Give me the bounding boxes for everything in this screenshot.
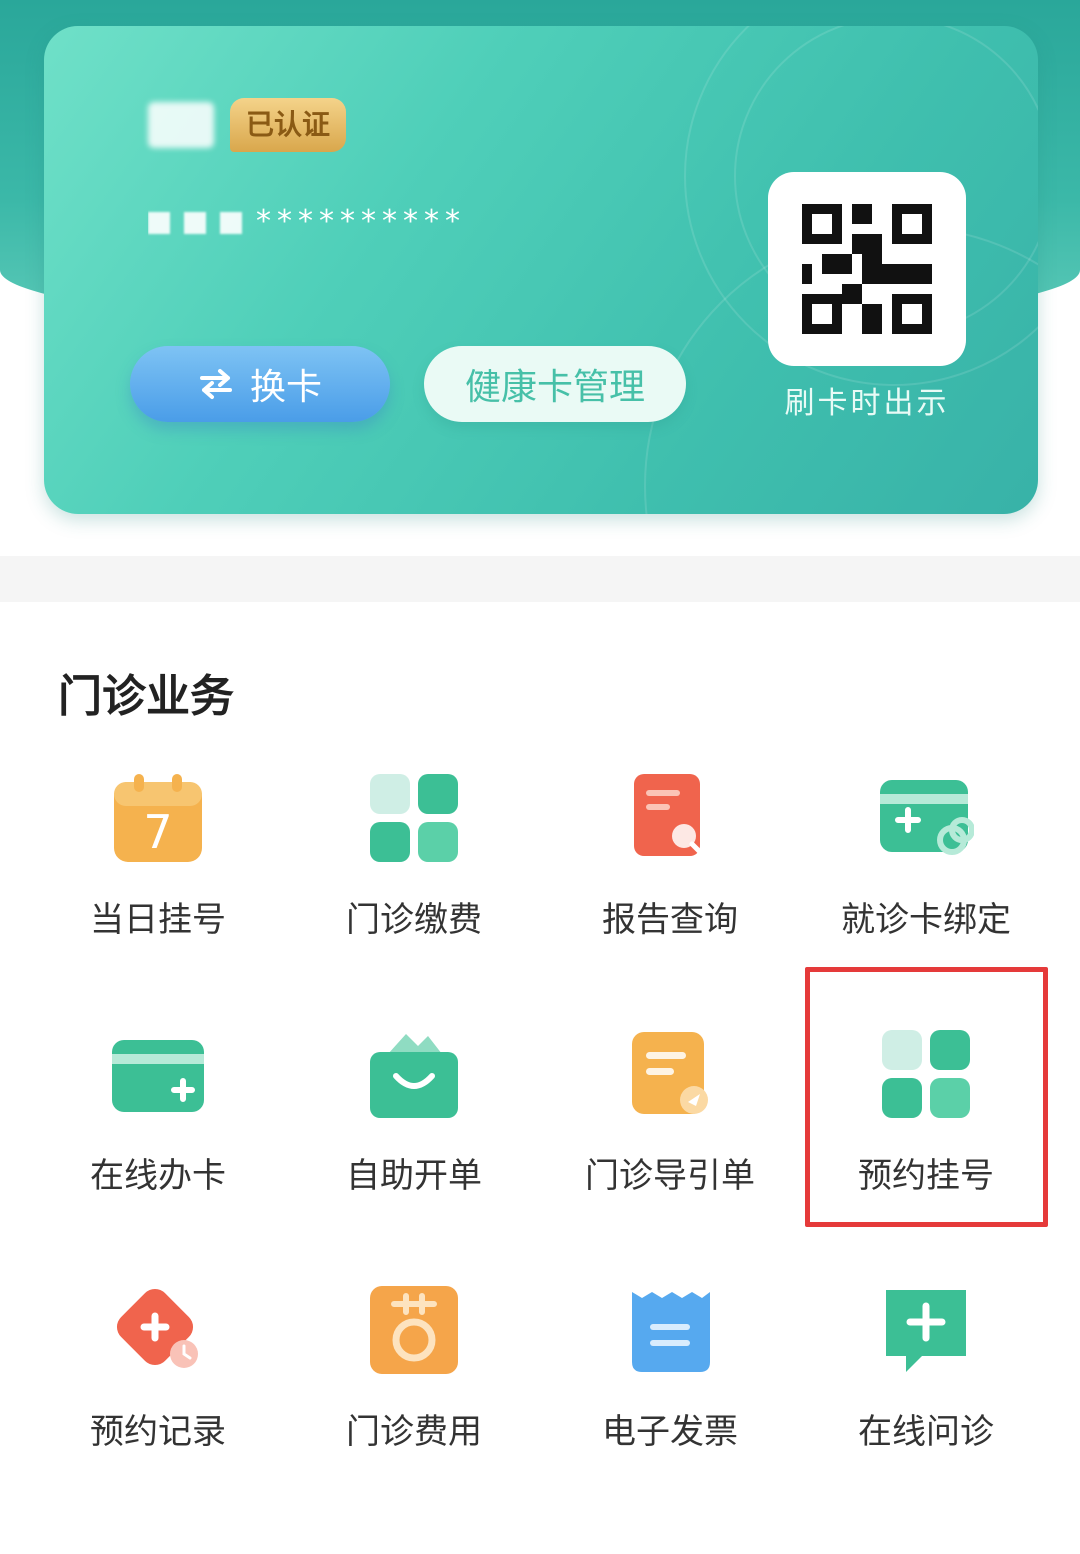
redaction-mask	[148, 211, 170, 234]
service-label: 在线办卡	[90, 1156, 226, 1196]
guide-doc-icon	[632, 1032, 708, 1114]
health-card[interactable]: 已认证 ********** 换卡 健康卡管理 刷卡时出示	[44, 26, 1038, 514]
svg-text:7: 7	[143, 805, 172, 859]
section-divider	[0, 556, 1080, 602]
service-electronic-invoice[interactable]: 电子发票	[542, 1272, 792, 1472]
service-card-binding[interactable]: 就诊卡绑定	[798, 760, 1048, 960]
health-card-manage-button[interactable]: 健康卡管理	[424, 346, 686, 422]
calendar-7-icon: 7	[114, 774, 202, 862]
qr-caption: 刷卡时出示	[784, 386, 950, 421]
card-link-icon	[880, 780, 974, 855]
service-label: 就诊卡绑定	[841, 900, 1011, 940]
cross-clock-icon	[116, 1288, 198, 1368]
service-label: 在线问诊	[858, 1412, 994, 1452]
section-title: 门诊业务	[58, 671, 234, 722]
grid-icon	[370, 774, 458, 862]
swap-icon	[199, 369, 232, 399]
service-outpatient-guide[interactable]: 门诊导引单	[542, 1016, 792, 1216]
service-label: 电子发票	[602, 1412, 738, 1452]
verified-badge: 已认证	[230, 98, 347, 152]
service-report-query[interactable]: 报告查询	[542, 760, 792, 960]
receipt-icon	[632, 1292, 710, 1372]
service-label: 门诊费用	[346, 1412, 482, 1452]
redaction-mask	[184, 211, 206, 234]
service-label: 自助开单	[346, 1156, 482, 1196]
service-outpatient-payment[interactable]: 门诊缴费	[286, 760, 536, 960]
highlight-box	[805, 967, 1048, 1227]
card-number-masked: **********	[256, 204, 466, 239]
chat-plus-icon	[886, 1290, 966, 1372]
service-label: 门诊缴费	[346, 900, 482, 940]
bag-icon	[370, 1034, 458, 1118]
health-card-manage-label: 健康卡管理	[464, 367, 645, 408]
report-search-icon	[634, 774, 705, 857]
service-appointment-records[interactable]: 预约记录	[30, 1272, 280, 1472]
service-label: 门诊导引单	[585, 1156, 755, 1196]
redaction-mask	[220, 211, 242, 234]
fee-icon	[370, 1286, 458, 1374]
service-self-service-order[interactable]: 自助开单	[286, 1016, 536, 1216]
service-label: 报告查询	[602, 900, 738, 940]
service-label: 预约记录	[90, 1412, 226, 1452]
card-holder-name-redacted	[148, 102, 214, 148]
service-outpatient-fees[interactable]: 门诊费用	[286, 1272, 536, 1472]
card-number: **********	[148, 202, 728, 242]
switch-card-label: 换卡	[249, 367, 322, 408]
service-same-day-registration[interactable]: 7 当日挂号	[30, 760, 280, 960]
card-add-icon	[112, 1040, 204, 1112]
qr-code-button[interactable]	[768, 172, 966, 366]
service-online-consultation[interactable]: 在线问诊	[798, 1272, 1048, 1472]
service-online-card-application[interactable]: 在线办卡	[30, 1016, 280, 1216]
qr-code-icon	[802, 204, 932, 334]
service-label: 当日挂号	[90, 900, 226, 940]
switch-card-button[interactable]: 换卡	[130, 346, 390, 422]
